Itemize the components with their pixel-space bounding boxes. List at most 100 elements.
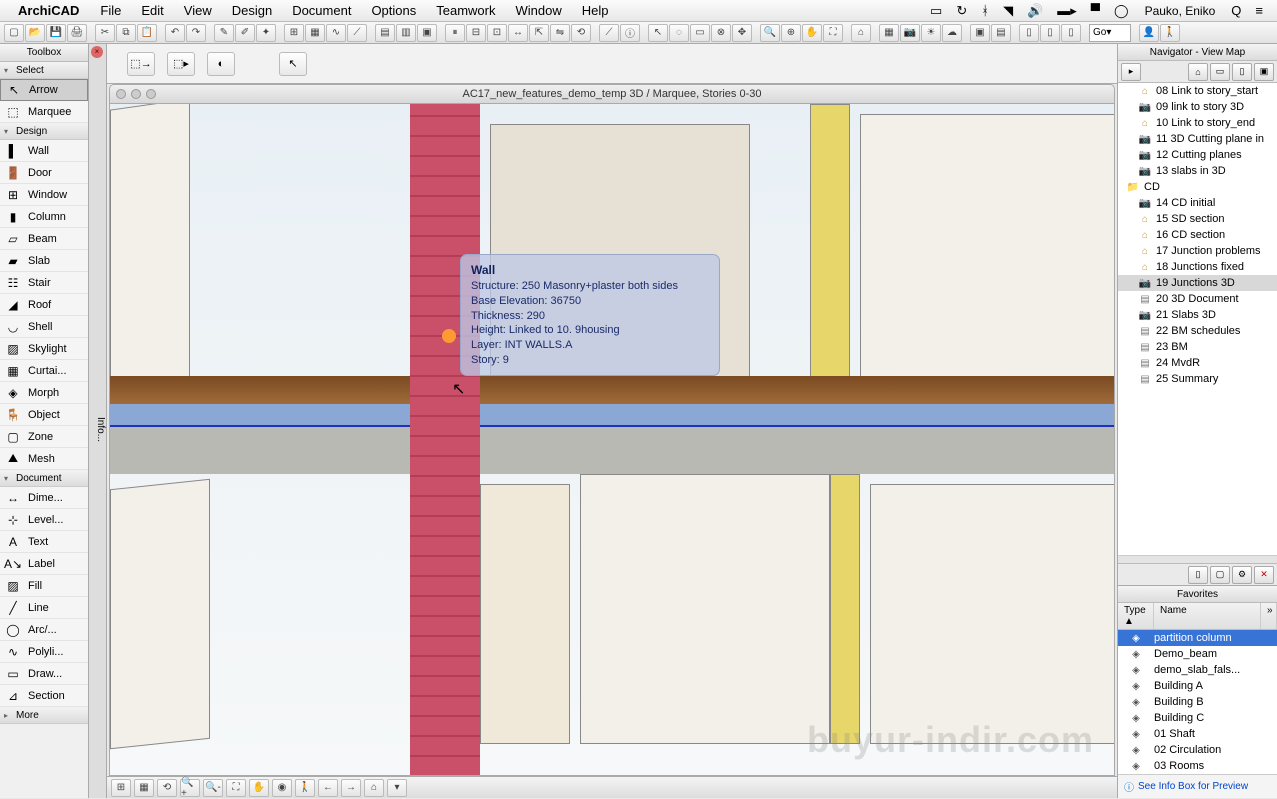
favorite-item[interactable]: ◈Building C	[1118, 710, 1277, 726]
dropper-icon[interactable]: ✎	[214, 24, 234, 42]
rotate-icon[interactable]: ⟲	[571, 24, 591, 42]
tree-item[interactable]: 📷12 Cutting planes	[1118, 147, 1277, 163]
move-icon[interactable]: ✥	[732, 24, 752, 42]
align-icon[interactable]: ⊟	[466, 24, 486, 42]
mirror-icon[interactable]: ⇋	[550, 24, 570, 42]
guide-icon[interactable]: ∿	[326, 24, 346, 42]
tool-section[interactable]: ⊿Section	[0, 685, 88, 707]
tool-arrow[interactable]: ↖Arrow	[0, 79, 88, 101]
tool-morph[interactable]: ◈Morph	[0, 382, 88, 404]
tool-roof[interactable]: ◢Roof	[0, 294, 88, 316]
bluetooth-icon[interactable]: ᚼ	[975, 3, 995, 18]
section-design[interactable]: Design	[0, 123, 88, 140]
bottom-icon[interactable]: 🔍+	[180, 779, 200, 797]
menu-edit[interactable]: Edit	[132, 3, 172, 18]
render-icon[interactable]: ▦	[879, 24, 899, 42]
selmode3-button[interactable]: ◐	[207, 52, 235, 76]
tool-shell[interactable]: ◡Shell	[0, 316, 88, 338]
tree-item[interactable]: 📷14 CD initial	[1118, 195, 1277, 211]
menu-file[interactable]: File	[91, 3, 130, 18]
favorite-item[interactable]: ◈Demo_beam	[1118, 646, 1277, 662]
tool-arc[interactable]: ◯Arc/...	[0, 619, 88, 641]
tool-drawing[interactable]: ▭Draw...	[0, 663, 88, 685]
arrow-icon[interactable]: ↖	[648, 24, 668, 42]
suspend-icon[interactable]: ⏸	[445, 24, 465, 42]
wifi-icon[interactable]: ◥	[997, 3, 1019, 19]
menu-window[interactable]: Window	[507, 3, 571, 18]
nav-tab-pub[interactable]: ▣	[1254, 63, 1274, 81]
tool-object[interactable]: 🪑Object	[0, 404, 88, 426]
select-icon[interactable]: ▭	[690, 24, 710, 42]
col-menu[interactable]: »	[1261, 603, 1277, 629]
offset-icon[interactable]: ⇱	[529, 24, 549, 42]
nav-btn[interactable]: ⚙	[1232, 566, 1252, 584]
tree-item[interactable]: 📷21 Slabs 3D	[1118, 307, 1277, 323]
favorite-item[interactable]: ◈Building B	[1118, 694, 1277, 710]
section-document[interactable]: Document	[0, 470, 88, 487]
sync-icon[interactable]: ↻	[950, 3, 973, 19]
tool-label[interactable]: A↘Label	[0, 553, 88, 575]
snap-icon[interactable]: ⊞	[284, 24, 304, 42]
tree-item[interactable]: 📷19 Junctions 3D	[1118, 275, 1277, 291]
tool-slab[interactable]: ▰Slab	[0, 250, 88, 272]
section-select[interactable]: Select	[0, 62, 88, 79]
favorites-list[interactable]: ◈partition column◈Demo_beam◈demo_slab_fa…	[1118, 630, 1277, 774]
print-button[interactable]: 🖨	[67, 24, 87, 42]
tree-item[interactable]: 📷13 slabs in 3D	[1118, 163, 1277, 179]
tree-item[interactable]: ⌂08 Link to story_start	[1118, 83, 1277, 99]
username[interactable]: Pauko, Eniko	[1137, 4, 1224, 18]
section-more[interactable]: More	[0, 707, 88, 724]
selmode1-button[interactable]: ⬚→	[127, 52, 155, 76]
tool-dimension[interactable]: ↔Dime...	[0, 487, 88, 509]
app-name[interactable]: ArchiCAD	[18, 3, 79, 18]
deselect-icon[interactable]: ⊗	[711, 24, 731, 42]
viewport-3d[interactable]: ↖ Wall Structure: 250 Masonry+plaster bo…	[109, 104, 1115, 776]
tool-door[interactable]: 🚪Door	[0, 162, 88, 184]
nav-tab-map[interactable]: ⌂	[1188, 63, 1208, 81]
measure-icon[interactable]: ⟋	[599, 24, 619, 42]
paste-button[interactable]: 📋	[137, 24, 157, 42]
viewport-titlebar[interactable]: AC17_new_features_demo_temp 3D / Marquee…	[109, 84, 1115, 104]
col-name[interactable]: Name	[1154, 603, 1261, 629]
menu-design[interactable]: Design	[223, 3, 281, 18]
menu-help[interactable]: Help	[573, 3, 618, 18]
walk-icon[interactable]: 🚶	[1160, 24, 1180, 42]
bottom-icon[interactable]: ▦	[134, 779, 154, 797]
tree-item[interactable]: ⌂17 Junction problems	[1118, 243, 1277, 259]
favorites-header[interactable]: Type ▲ Name »	[1118, 603, 1277, 630]
fit-icon[interactable]: ⛶	[823, 24, 843, 42]
tree-item[interactable]: ▤25 Summary	[1118, 371, 1277, 387]
nav-btn[interactable]: ▯	[1188, 566, 1208, 584]
bottom-icon[interactable]: ⟲	[157, 779, 177, 797]
close-icon[interactable]: ×	[91, 46, 103, 58]
tool-zone[interactable]: ▢Zone	[0, 426, 88, 448]
open-button[interactable]: 📂	[25, 24, 45, 42]
pan-icon[interactable]: ✋	[802, 24, 822, 42]
menu-teamwork[interactable]: Teamwork	[427, 3, 504, 18]
cursor-button[interactable]: ↖	[279, 52, 307, 76]
panel2-icon[interactable]: ▯	[1040, 24, 1060, 42]
bottom-icon[interactable]: ✋	[249, 779, 269, 797]
layers-icon[interactable]: ▤	[375, 24, 395, 42]
undo-button[interactable]: ↶	[165, 24, 185, 42]
toggle2-icon[interactable]: ▤	[991, 24, 1011, 42]
scrollbar[interactable]	[1118, 555, 1277, 563]
tool-skylight[interactable]: ▨Skylight	[0, 338, 88, 360]
nav-tab-view[interactable]: ▭	[1210, 63, 1230, 81]
copy-button[interactable]: ⧉	[116, 24, 136, 42]
grid-icon[interactable]: ▦	[305, 24, 325, 42]
new-button[interactable]: ▢	[4, 24, 24, 42]
lasso-icon[interactable]: ◌	[669, 24, 689, 42]
cut-button[interactable]: ✂	[95, 24, 115, 42]
bottom-icon[interactable]: ←	[318, 779, 338, 797]
volume-icon[interactable]: 🔊	[1021, 3, 1049, 19]
nav-tab-project[interactable]: ▸	[1121, 63, 1141, 81]
stretch-icon[interactable]: ↔	[508, 24, 528, 42]
favorite-item[interactable]: ◈01 Shaft	[1118, 726, 1277, 742]
tool-level[interactable]: ⊹Level...	[0, 509, 88, 531]
wand-icon[interactable]: ✦	[256, 24, 276, 42]
syringe-icon[interactable]: ✐	[235, 24, 255, 42]
cloud-icon[interactable]: ☁	[942, 24, 962, 42]
favorite-item[interactable]: ◈02 Circulation	[1118, 742, 1277, 758]
id-icon[interactable]: ⓘ	[620, 24, 640, 42]
